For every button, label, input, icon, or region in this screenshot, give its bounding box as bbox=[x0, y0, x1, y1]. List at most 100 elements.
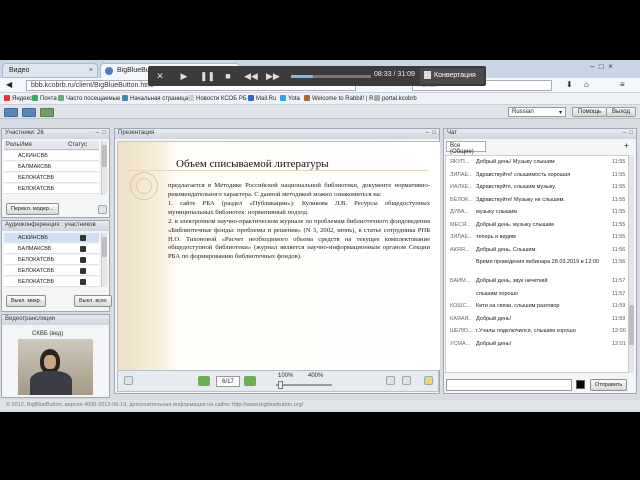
help-button[interactable]: Помощь bbox=[572, 107, 608, 117]
convert-button[interactable]: Конвертация bbox=[420, 68, 484, 84]
listener-row[interactable]: БЕЛОКАТСВБ bbox=[4, 255, 99, 265]
chat-text: Время проведения вебинара 28.03.2019 в 1… bbox=[476, 259, 599, 265]
stop-icon[interactable]: ■ bbox=[222, 70, 234, 82]
bookmark-frequent[interactable]: Часто посещаемые bbox=[58, 95, 120, 102]
webcam-video bbox=[18, 339, 93, 395]
listener-name: АСКИНСВБ bbox=[18, 235, 48, 241]
bookmarks-bar: Яндекс Почта Часто посещаемые Начальная … bbox=[0, 93, 640, 105]
listener-row[interactable]: БЕЛОКАТСВБ bbox=[4, 266, 99, 276]
send-button[interactable]: Отправить bbox=[590, 379, 628, 391]
chat-text: Добрый день, звук нечеткий bbox=[476, 278, 548, 284]
maximize-icon[interactable]: □ bbox=[102, 130, 106, 136]
zoom-slider-thumb[interactable] bbox=[278, 381, 283, 389]
rewind-icon[interactable]: ◀◀ bbox=[244, 70, 258, 82]
bookmark-news[interactable]: Новости КСОБ РБ bbox=[188, 95, 247, 102]
listener-row[interactable]: БЕЛОКАТСВБ bbox=[4, 277, 99, 287]
close-icon[interactable]: × bbox=[89, 67, 93, 74]
chat-title: Чат bbox=[444, 129, 636, 139]
bookmark-portal[interactable]: portal.kcobrb bbox=[374, 95, 417, 102]
minimize-icon[interactable]: – bbox=[96, 130, 99, 136]
mic-icon[interactable] bbox=[80, 268, 86, 274]
close-window-icon[interactable]: × bbox=[608, 62, 613, 71]
chat-scrollbar[interactable] bbox=[628, 155, 634, 373]
webcam-panel: Видеотрансляции СКВБ (вед) bbox=[1, 314, 110, 398]
participant-row[interactable]: АСКИНСВБ bbox=[4, 151, 99, 161]
webcam-icon[interactable] bbox=[22, 108, 36, 117]
chat-sender: КОШС... bbox=[450, 303, 472, 309]
download-icon[interactable]: ⬇ bbox=[566, 80, 573, 89]
listener-row[interactable]: БАЛМАКСВБ bbox=[4, 244, 99, 254]
language-select[interactable]: Russian ▾ bbox=[508, 107, 566, 117]
participants-scrollbar[interactable] bbox=[101, 141, 107, 195]
next-slide-button[interactable] bbox=[244, 376, 256, 386]
chat-sender: КАЯАЯ... bbox=[450, 315, 472, 322]
home-icon[interactable]: ⌂ bbox=[584, 80, 589, 89]
chat-text: Здравствуйте! слышимость хорошая bbox=[476, 171, 571, 178]
close-icon[interactable]: ✕ bbox=[154, 70, 166, 82]
toggle-moderator-button[interactable]: Перекл. модер... bbox=[6, 203, 59, 215]
media-progress[interactable] bbox=[291, 75, 371, 78]
fit-page-icon[interactable] bbox=[386, 376, 395, 385]
menu-icon[interactable]: ≡ bbox=[620, 80, 625, 89]
pause-icon[interactable]: ❚❚ bbox=[200, 70, 215, 82]
participant-name: БАЛМАКСВБ bbox=[18, 164, 52, 170]
chat-panel: Чат – □ Все (Общие) + ЯКУП... Добрый день… bbox=[443, 128, 637, 394]
play-icon[interactable]: ▶ bbox=[178, 70, 190, 82]
participants-header: Роль Имя Статус bbox=[4, 141, 99, 150]
bookmark-mailru[interactable]: Mail.Ru bbox=[248, 95, 276, 102]
col-status[interactable]: Статус bbox=[68, 142, 87, 148]
chat-tab-all[interactable]: Все (Общие) bbox=[446, 141, 486, 155]
fit-width-icon[interactable] bbox=[402, 376, 411, 385]
col-role[interactable]: Роль bbox=[6, 142, 20, 148]
bookmark-yota[interactable]: Yota bbox=[280, 95, 300, 102]
chat-input[interactable] bbox=[446, 379, 572, 391]
presentation-controls: 6/17 100% 400% bbox=[117, 370, 439, 392]
chat-sender: ЗИЛАЕ... bbox=[450, 171, 472, 178]
listener-row[interactable]: АСКИНСВБ bbox=[4, 233, 99, 243]
mic-icon[interactable] bbox=[80, 257, 86, 263]
mic-icon[interactable] bbox=[80, 235, 86, 241]
chevron-down-icon: ▾ bbox=[558, 110, 562, 116]
maximize-icon[interactable]: □ bbox=[599, 62, 604, 71]
whiteboard-icon[interactable] bbox=[424, 376, 433, 385]
add-tab-icon[interactable]: + bbox=[624, 141, 629, 150]
slide-decoration bbox=[136, 178, 152, 194]
browser-tab-video[interactable]: Видео × bbox=[2, 63, 98, 78]
listener-name: БЕЛОКАТСВБ bbox=[18, 268, 55, 274]
zoom-slider[interactable] bbox=[276, 384, 332, 386]
microphone-icon[interactable] bbox=[40, 108, 54, 117]
chat-text: Добрый день. музыку слышим bbox=[476, 221, 554, 228]
settings-icon[interactable] bbox=[98, 205, 107, 214]
bookmark-rabbit[interactable]: Welcome to Rabbit! | R... bbox=[304, 95, 378, 102]
chat-sender: ДУВА... bbox=[450, 209, 470, 215]
participant-row[interactable]: БЕЛОКАТСВБ bbox=[4, 184, 99, 194]
bookmark-home[interactable]: Начальная страница bbox=[122, 95, 188, 102]
chat-time: 11:56 bbox=[612, 246, 626, 253]
color-picker[interactable] bbox=[576, 380, 585, 389]
mic-icon[interactable] bbox=[80, 246, 86, 252]
minimize-icon[interactable]: – bbox=[426, 130, 429, 136]
minimize-icon[interactable]: – bbox=[623, 130, 626, 136]
back-icon[interactable]: ◀ bbox=[6, 80, 12, 89]
maximize-icon[interactable]: □ bbox=[629, 130, 633, 136]
window-controls: – □ × bbox=[590, 62, 613, 71]
mute-all-button[interactable]: Выкл. микр. bbox=[6, 295, 47, 307]
bookmark-mail[interactable]: Почта bbox=[32, 95, 57, 102]
media-time: 08:33 / 31:09 bbox=[374, 71, 415, 78]
participant-row[interactable]: БЕЛОКАТСВБ bbox=[4, 173, 99, 183]
participant-row[interactable]: БАЛМАКСВБ bbox=[4, 162, 99, 172]
minimize-icon[interactable]: – bbox=[590, 62, 594, 71]
mic-icon[interactable] bbox=[80, 279, 86, 285]
prev-slide-button[interactable] bbox=[198, 376, 210, 386]
listeners-scrollbar[interactable] bbox=[101, 233, 107, 287]
participant-name: АСКИНСВБ bbox=[18, 153, 48, 159]
bookmark-yandex[interactable]: Яндекс bbox=[4, 95, 32, 102]
upload-icon[interactable] bbox=[124, 376, 133, 385]
col-name[interactable]: Имя bbox=[20, 142, 32, 148]
mute-all-except-button[interactable]: Выкл. всех bbox=[74, 295, 112, 307]
page-indicator[interactable]: 6/17 bbox=[216, 376, 240, 387]
share-desktop-icon[interactable] bbox=[4, 108, 18, 117]
forward-icon[interactable]: ▶▶ bbox=[266, 70, 280, 82]
logout-button[interactable]: Выход bbox=[606, 107, 636, 117]
maximize-icon[interactable]: □ bbox=[432, 130, 436, 136]
